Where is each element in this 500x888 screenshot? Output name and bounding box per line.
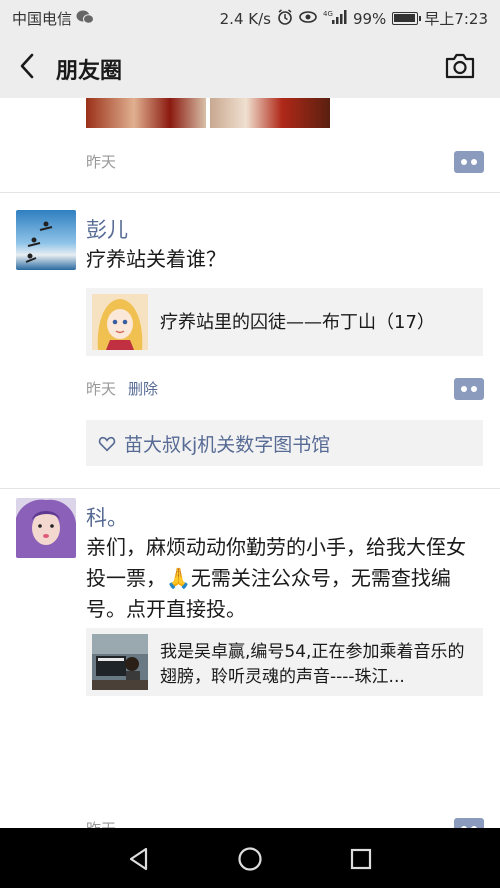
triangle-back-icon <box>129 847 148 871</box>
camera-icon <box>445 53 475 79</box>
post-time: 昨天 <box>86 380 117 398</box>
more-actions-button[interactable] <box>454 378 484 400</box>
status-bar: 中国电信 2.4 K/s 4G 99% 早上7:23 <box>0 0 500 36</box>
moments-feed[interactable]: 昨天 彭儿 疗养站关着谁？ 疗养站里的囚徒——布丁山（17） 昨天 删除 苗大叔… <box>0 98 500 828</box>
shared-link-card[interactable]: 疗养站里的囚徒——布丁山（17） <box>86 288 483 356</box>
post-time: 昨天 <box>86 153 117 171</box>
delete-button[interactable]: 删除 <box>128 380 158 398</box>
nav-home-button[interactable] <box>237 846 263 872</box>
avatar[interactable] <box>16 498 76 558</box>
post-author[interactable]: 彭儿 <box>86 214 128 244</box>
page-title: 朋友圈 <box>56 59 123 84</box>
battery-fill <box>394 14 416 22</box>
battery-icon <box>392 12 422 25</box>
camera-button[interactable] <box>444 52 476 80</box>
post-divider <box>0 192 500 193</box>
link-thumbnail <box>92 294 148 350</box>
wechat-notification-icon <box>76 10 95 28</box>
circle-home-icon <box>238 847 262 871</box>
post-time: 昨天 <box>86 820 116 828</box>
nav-recents-button[interactable] <box>348 846 374 872</box>
chevron-left-icon <box>20 53 34 79</box>
liker-name[interactable]: 苗大叔kj机关数字图书馆 <box>124 434 330 456</box>
title-bar: 朋友圈 <box>0 36 500 98</box>
post-author[interactable]: 科。 <box>86 502 128 532</box>
network-speed: 2.4 K/s <box>219 9 271 28</box>
post-divider <box>0 488 500 489</box>
post-text: 疗养站关着谁？ <box>86 247 226 271</box>
clock: 早上7:23 <box>424 10 488 28</box>
alarm-icon <box>277 8 293 29</box>
carrier-label: 中国电信 <box>12 10 73 28</box>
eye-comfort-icon <box>299 10 317 28</box>
link-title: 我是吴卓赢,编号54,正在参加乘着音乐的翅膀，聆听灵魂的声音----珠江... <box>160 642 465 687</box>
square-recents-icon <box>350 848 372 870</box>
post-meta: 昨天 <box>86 818 116 828</box>
link-title: 疗养站里的囚徒——布丁山（17） <box>160 312 435 333</box>
battery-percent: 99% <box>352 9 387 28</box>
system-nav-bar <box>0 828 500 888</box>
heart-icon <box>98 436 116 452</box>
nav-back-button[interactable] <box>126 846 152 872</box>
signal-icon: 4G <box>323 9 347 29</box>
avatar[interactable] <box>16 210 76 270</box>
svg-text:4G: 4G <box>323 10 333 18</box>
link-thumbnail <box>92 634 148 690</box>
more-actions-button[interactable] <box>454 151 484 173</box>
post-photo[interactable] <box>86 98 206 128</box>
post-photo[interactable] <box>210 98 330 128</box>
post-text: 亲们，麻烦动动你勤劳的小手，给我大侄女投一票，🙏无需关注公众号，无需查找编号。点… <box>86 535 466 621</box>
more-actions-button[interactable] <box>454 818 484 828</box>
post-meta: 昨天 删除 <box>86 378 158 399</box>
shared-link-card[interactable]: 我是吴卓赢,编号54,正在参加乘着音乐的翅膀，聆听灵魂的声音----珠江... <box>86 628 483 696</box>
likes-box: 苗大叔kj机关数字图书馆 <box>86 420 483 466</box>
back-button[interactable] <box>14 52 42 80</box>
